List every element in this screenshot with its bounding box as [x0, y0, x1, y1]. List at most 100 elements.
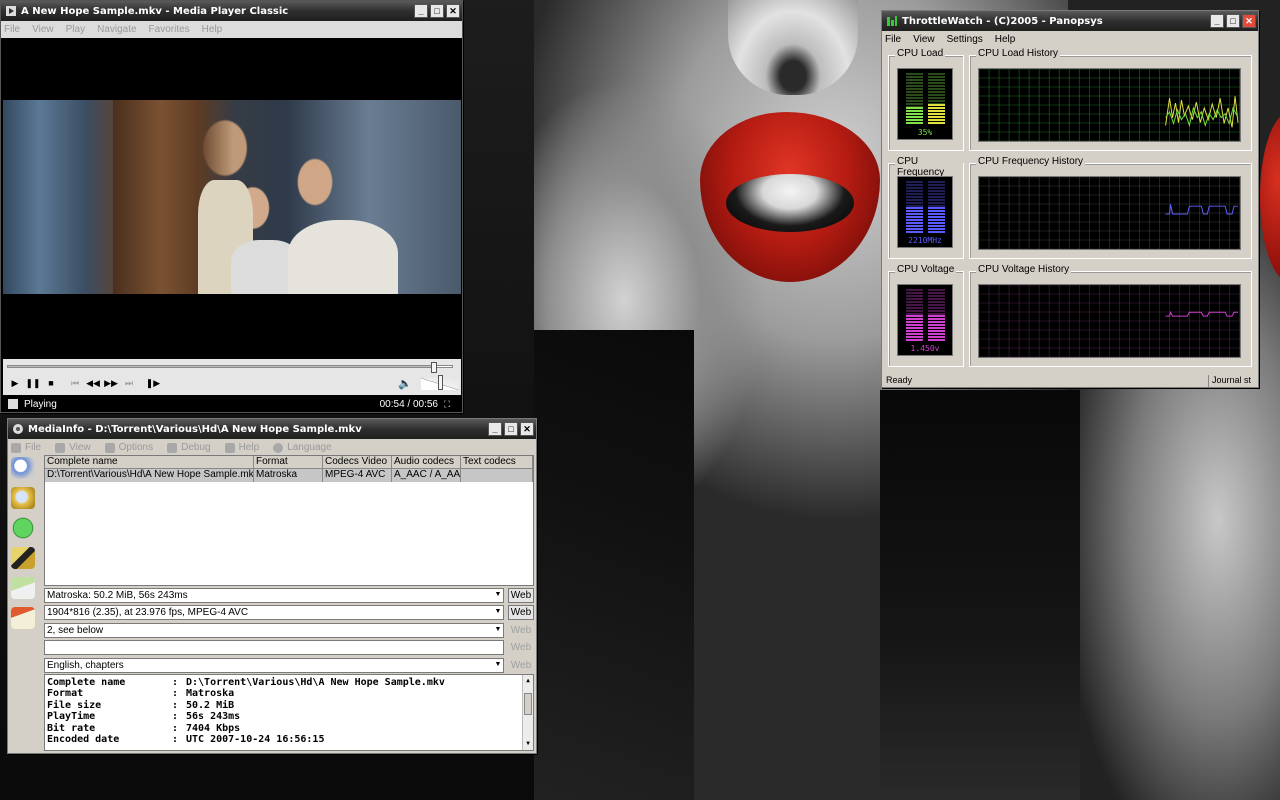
- chapters-combo-value[interactable]: English, chapters: [44, 658, 504, 673]
- fullscreen-icon[interactable]: ⛶: [444, 399, 458, 409]
- cell-audio-codecs: A_AAC / A_AAC: [394, 469, 461, 482]
- menu-view[interactable]: View: [55, 442, 91, 453]
- open-folder-icon[interactable]: [11, 487, 35, 509]
- menu-help[interactable]: Help: [202, 24, 223, 35]
- chevron-down-icon[interactable]: ▼: [493, 624, 503, 636]
- cpu-load-history-label: CPU Load History: [976, 48, 1061, 59]
- video-web-button[interactable]: Web: [508, 605, 534, 620]
- stop-icon[interactable]: ■: [43, 376, 59, 390]
- cpu-voltage-group: CPU Voltage 1.450v: [888, 264, 964, 367]
- frame-step-icon[interactable]: ❚▶: [145, 376, 161, 390]
- text-web-button[interactable]: Web: [508, 640, 534, 655]
- mediainfo-menubar: File View Options Debug Help Language: [8, 439, 536, 456]
- audio-web-button[interactable]: Web: [508, 623, 534, 638]
- close-button[interactable]: ✕: [446, 4, 460, 18]
- previous-icon[interactable]: ⏮: [67, 376, 83, 390]
- chapters-combo[interactable]: English, chapters ▼ Web: [44, 658, 534, 673]
- column-format[interactable]: Format: [254, 456, 323, 468]
- throttlewatch-titlebar[interactable]: ThrottleWatch - (C)2005 - Panopsys _ □ ✕: [882, 11, 1258, 31]
- menu-help[interactable]: Help: [995, 34, 1016, 45]
- menu-language[interactable]: Language: [273, 442, 332, 453]
- cpu-frequency-group: CPU Frequency 2210MHz: [888, 156, 964, 259]
- detail-line: Encoded date: UTC 2007-10-24 16:56:15: [47, 734, 325, 746]
- menu-file[interactable]: File: [11, 442, 41, 453]
- menu-settings[interactable]: Settings: [947, 34, 983, 45]
- text-combo[interactable]: Web: [44, 640, 534, 655]
- cpu-voltage-row: CPU Voltage 1.450v CPU Voltage History: [888, 264, 1256, 369]
- video-combo-value[interactable]: 1904*816 (2.35), at 23.976 fps, MPEG-4 A…: [44, 605, 504, 620]
- chevron-down-icon[interactable]: ▼: [493, 589, 503, 601]
- minimize-button[interactable]: _: [414, 4, 428, 18]
- menu-navigate[interactable]: Navigate: [97, 24, 136, 35]
- menu-debug[interactable]: Debug: [167, 442, 211, 453]
- throttlewatch-panels: CPU Load 35% CPU Load History CPU Freque…: [884, 48, 1256, 374]
- video-combo[interactable]: 1904*816 (2.35), at 23.976 fps, MPEG-4 A…: [44, 605, 534, 620]
- cpu-frequency-history-graph: [978, 176, 1241, 250]
- scroll-up-icon[interactable]: ▲: [523, 676, 533, 686]
- details-scrollbar[interactable]: ▲ ▼: [522, 675, 533, 750]
- next-icon[interactable]: ⏭: [121, 376, 137, 390]
- cpu-load-gauge: 35%: [897, 68, 953, 140]
- open-file-icon[interactable]: [11, 457, 35, 479]
- volume-icon[interactable]: 🔈: [398, 377, 412, 390]
- menu-file[interactable]: File: [4, 24, 20, 35]
- language-menu-icon: [273, 442, 284, 453]
- seek-thumb[interactable]: [431, 362, 438, 373]
- audio-combo-value[interactable]: 2, see below: [44, 623, 504, 638]
- cpu-load-row: CPU Load 35% CPU Load History: [888, 48, 1256, 153]
- table-row[interactable]: D:\Torrent\Various\Hd\A New Hope Sample.…: [45, 469, 533, 482]
- media-player-window[interactable]: A New Hope Sample.mkv - Media Player Cla…: [0, 0, 463, 413]
- scroll-down-icon[interactable]: ▼: [523, 739, 533, 749]
- menu-file[interactable]: File: [885, 34, 901, 45]
- maximize-button[interactable]: □: [430, 4, 444, 18]
- column-audio-codecs[interactable]: Audio codecs: [392, 456, 461, 468]
- mediainfo-window[interactable]: MediaInfo - D:\Torrent\Various\Hd\A New …: [7, 418, 537, 754]
- close-button[interactable]: ✕: [520, 422, 534, 436]
- general-web-button[interactable]: Web: [508, 588, 534, 603]
- notes-icon[interactable]: [11, 607, 35, 629]
- go-icon[interactable]: [11, 517, 35, 539]
- column-complete-name[interactable]: Complete name: [45, 456, 254, 468]
- cpu-load-value: 35%: [917, 128, 933, 137]
- minimize-button[interactable]: _: [1210, 14, 1224, 28]
- minimize-button[interactable]: _: [488, 422, 502, 436]
- scroll-thumb[interactable]: [524, 693, 532, 715]
- details-text[interactable]: Complete name: D:\Torrent\Various\Hd\A Ne…: [44, 674, 534, 751]
- mediainfo-titlebar[interactable]: MediaInfo - D:\Torrent\Various\Hd\A New …: [8, 419, 536, 439]
- fast-forward-icon[interactable]: ▶▶: [103, 376, 119, 390]
- cpu-voltage-value: 1.450v: [910, 344, 940, 353]
- column-text-codecs[interactable]: Text codecs: [461, 456, 533, 468]
- throttlewatch-window[interactable]: ThrottleWatch - (C)2005 - Panopsys _ □ ✕…: [881, 10, 1259, 388]
- chapters-web-button[interactable]: Web: [508, 658, 534, 673]
- chevron-down-icon[interactable]: ▼: [493, 659, 503, 671]
- audio-combo[interactable]: 2, see below ▼ Web: [44, 623, 534, 638]
- pause-icon[interactable]: ❚❚: [25, 376, 41, 390]
- media-player-titlebar[interactable]: A New Hope Sample.mkv - Media Player Cla…: [1, 1, 462, 21]
- file-list-table[interactable]: Complete name Format Codecs Video Audio …: [44, 455, 534, 586]
- column-codecs-video[interactable]: Codecs Video: [323, 456, 392, 468]
- mediainfo-app-icon: [13, 424, 23, 434]
- menu-view[interactable]: View: [913, 34, 935, 45]
- menu-view[interactable]: View: [32, 24, 54, 35]
- volume-slider[interactable]: [421, 375, 459, 390]
- seek-bar[interactable]: [7, 362, 453, 373]
- chevron-down-icon[interactable]: ▼: [493, 606, 503, 618]
- cpu-frequency-label: CPU Frequency: [895, 156, 963, 178]
- menu-play[interactable]: Play: [66, 24, 85, 35]
- export-icon[interactable]: [11, 547, 35, 569]
- rewind-icon[interactable]: ◀◀: [85, 376, 101, 390]
- general-combo[interactable]: Matroska: 50.2 MiB, 56s 243ms ▼ Web: [44, 588, 534, 603]
- maximize-button[interactable]: □: [504, 422, 518, 436]
- menu-help[interactable]: Help: [224, 442, 259, 453]
- text-combo-value[interactable]: [44, 640, 504, 655]
- close-button[interactable]: ✕: [1242, 14, 1256, 28]
- play-icon[interactable]: ▶: [7, 376, 23, 390]
- menu-favorites[interactable]: Favorites: [149, 24, 190, 35]
- volume-thumb[interactable]: [437, 375, 443, 390]
- menu-options[interactable]: Options: [104, 442, 153, 453]
- maximize-button[interactable]: □: [1226, 14, 1240, 28]
- sheet-icon[interactable]: [11, 577, 35, 599]
- general-combo-value[interactable]: Matroska: 50.2 MiB, 56s 243ms: [44, 588, 504, 603]
- video-area[interactable]: [3, 38, 461, 358]
- seek-bar-progress: [8, 366, 435, 367]
